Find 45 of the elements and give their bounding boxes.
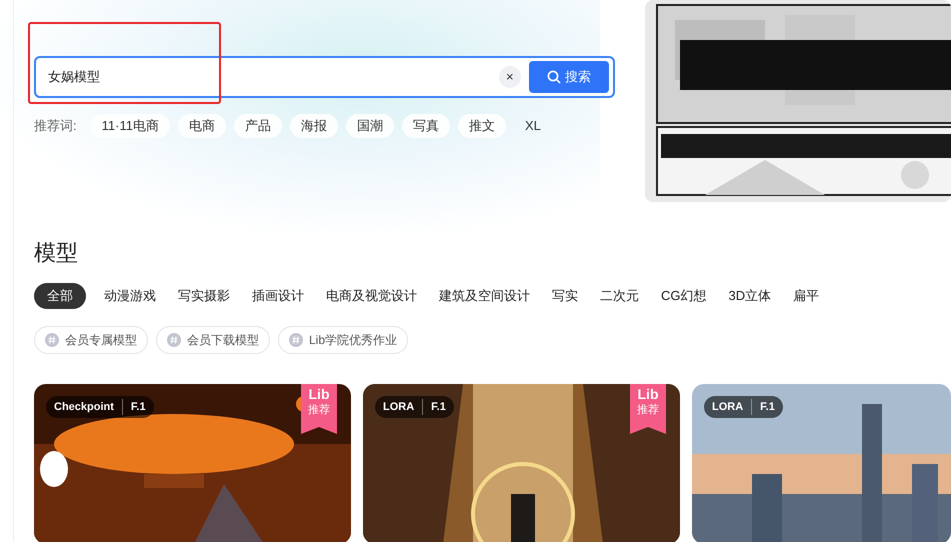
- ribbon-logo: Lib: [308, 386, 330, 403]
- hash-icon: [289, 333, 303, 347]
- model-card[interactable]: LORA F.1: [692, 384, 951, 542]
- ribbon-logo: Lib: [638, 386, 658, 403]
- tag-chip[interactable]: Lib学院优秀作业: [278, 326, 408, 354]
- category-tab[interactable]: 电商及视觉设计: [322, 283, 421, 309]
- model-card[interactable]: LORA F.1 Lib 推荐: [363, 384, 680, 542]
- hash-icon: [167, 333, 181, 347]
- search-icon: [546, 70, 561, 84]
- category-tab[interactable]: 写实: [548, 283, 582, 309]
- category-tab[interactable]: CG幻想: [657, 283, 710, 309]
- tag-chip[interactable]: 会员下载模型: [156, 326, 270, 354]
- search-button[interactable]: 搜索: [528, 61, 609, 93]
- category-tab[interactable]: 动漫游戏: [100, 283, 160, 309]
- suggestion-chip[interactable]: XL: [514, 114, 552, 138]
- suggestion-chip[interactable]: 电商: [178, 114, 226, 138]
- suggestion-chip[interactable]: 海报: [290, 114, 338, 138]
- ribbon-label: 推荐: [308, 403, 330, 417]
- suggestion-chip[interactable]: 推文: [458, 114, 506, 138]
- ribbon-label: 推荐: [637, 403, 659, 417]
- type-label: Checkpoint: [46, 398, 123, 416]
- category-tab[interactable]: 插画设计: [248, 283, 308, 309]
- model-card[interactable]: Checkpoint F.1 Lib 推荐: [34, 384, 351, 542]
- base-label: F.1: [759, 400, 776, 415]
- search-field[interactable]: 女娲模型 × 搜索: [34, 56, 615, 98]
- type-label: LORA: [704, 398, 752, 416]
- suggestion-chip[interactable]: 11·11电商: [90, 114, 170, 138]
- category-tab[interactable]: 建筑及空间设计: [435, 283, 534, 309]
- category-tab[interactable]: 二次元: [596, 283, 643, 309]
- clear-button[interactable]: ×: [498, 66, 521, 88]
- suggestion-chip[interactable]: 国潮: [346, 114, 394, 138]
- section-title: 模型: [33, 239, 79, 267]
- hash-icon: [45, 333, 59, 347]
- category-tab[interactable]: 3D立体: [724, 283, 776, 309]
- search-value: 女娲模型: [48, 68, 101, 86]
- tag-chip[interactable]: 会员专属模型: [34, 326, 148, 354]
- category-tab[interactable]: 全部: [34, 283, 86, 309]
- base-label: F.1: [430, 400, 447, 415]
- category-tab[interactable]: 写实摄影: [174, 283, 234, 309]
- suggestion-chip[interactable]: 写真: [402, 114, 450, 138]
- category-tab[interactable]: 扁平: [789, 283, 824, 309]
- suggestion-chip[interactable]: 产品: [234, 114, 282, 138]
- suggestions-label: 推荐词:: [34, 117, 77, 136]
- base-label: F.1: [130, 400, 147, 415]
- type-label: LORA: [375, 398, 424, 416]
